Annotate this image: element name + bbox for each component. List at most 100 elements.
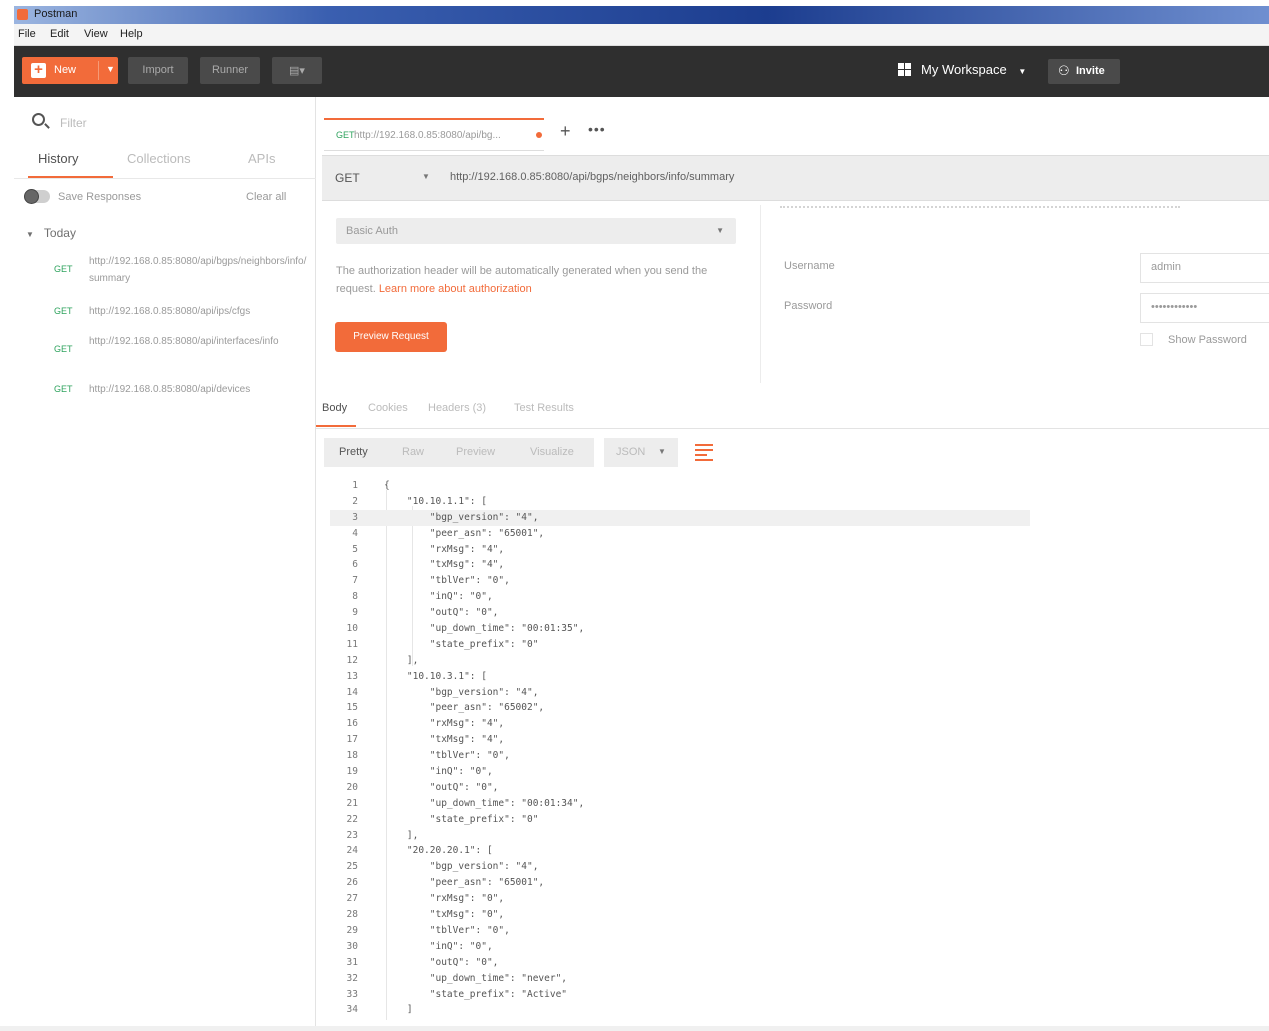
request-tabs-bar: GET http://192.168.0.85:8080/api/bg... +… [316,97,1269,155]
line-number: 8 [352,591,358,603]
filter-input[interactable]: Filter [28,111,304,133]
code-text: "state_prefix": "Active" [384,988,568,1000]
code-line: 2 "10.10.1.1": [ [330,494,1030,510]
menu-help[interactable]: Help [120,28,143,40]
show-password-checkbox[interactable] [1140,333,1153,346]
caret-down-icon: ▼ [26,230,34,239]
save-responses-toggle[interactable] [24,189,50,204]
view-preview[interactable]: Preview [456,446,495,458]
code-line: 23 ], [330,828,1030,844]
learn-more-link[interactable]: Learn more about authorization [379,283,532,295]
code-text: ], [384,829,419,841]
line-number: 19 [346,766,358,778]
line-number: 10 [346,623,358,635]
runner-button[interactable]: Runner [200,57,260,84]
auth-tabs-hint [780,206,1180,212]
code-text: "state_prefix": "0" [384,813,539,825]
view-raw[interactable]: Raw [402,446,424,458]
line-number: 23 [346,829,358,841]
line-number: 32 [346,972,358,984]
line-number: 7 [352,575,358,587]
import-button[interactable]: Import [128,57,188,84]
chevron-down-icon: ▼ [1018,67,1027,76]
code-line: 26 "peer_asn": "65001", [330,875,1030,891]
code-line: 15 "peer_asn": "65002", [330,700,1030,716]
menu-view[interactable]: View [84,28,108,40]
response-body-code[interactable]: 1{2 "10.10.1.1": [3 "bgp_version": "4", 4… [330,478,1030,1018]
line-number: 17 [346,734,358,746]
password-field[interactable]: •••••••••••• [1140,293,1269,323]
tab-apis[interactable]: APIs [248,151,275,166]
new-button-label: New [54,64,77,76]
line-number: 3 [352,511,358,523]
menu-file[interactable]: File [18,28,36,40]
status-bar [0,1026,1269,1031]
tab-body[interactable]: Body [322,402,347,414]
filter-placeholder: Filter [60,116,87,130]
code-line: 3 "bgp_version": "4", [330,509,1030,526]
history-item-url: http://192.168.0.85:8080/api/devices [89,384,251,395]
line-number: 11 [346,638,358,650]
show-password-label: Show Password [1168,334,1247,346]
view-visualize[interactable]: Visualize [530,446,574,458]
menu-edit[interactable]: Edit [50,28,69,40]
history-item[interactable]: GET http://192.168.0.85:8080/api/interfa… [54,333,310,367]
chevron-down-icon: ▼ [658,447,666,456]
history-item-method: GET [54,384,73,394]
response-tabs: Body Cookies Headers (3) Test Results [316,395,1269,429]
line-number: 27 [346,893,358,905]
code-text: "rxMsg": "0", [384,893,505,905]
tab-cookies[interactable]: Cookies [368,402,408,414]
plus-icon: + [31,62,46,78]
auth-description: The authorization header will be automat… [336,262,736,298]
history-item[interactable]: GET http://192.168.0.85:8080/api/bgps/ne… [54,253,310,287]
auth-type-select[interactable]: Basic Auth ▼ [336,218,736,244]
line-number: 12 [346,654,358,666]
view-pretty[interactable]: Pretty [339,446,368,458]
new-tab-plus-icon[interactable]: + [560,121,571,142]
code-line: 29 "tblVer": "0", [330,923,1030,939]
new-window-button[interactable]: ▤▾ [272,57,322,84]
code-line: 10 "up_down_time": "00:01:35", [330,621,1030,637]
history-item-url: http://192.168.0.85:8080/api/interfaces/… [89,336,279,347]
format-select[interactable]: JSON ▼ [604,438,678,467]
wrap-lines-icon[interactable] [692,440,716,464]
line-number: 29 [346,924,358,936]
new-button[interactable]: + New ▼ [22,57,118,84]
username-field[interactable]: admin [1140,253,1269,283]
tab-test-results[interactable]: Test Results [514,402,574,414]
code-line: 30 "inQ": "0", [330,939,1030,955]
line-number: 5 [352,543,358,555]
tab-collections[interactable]: Collections [127,151,191,166]
tab-history[interactable]: History [38,151,78,166]
invite-button[interactable]: ⚇ Invite [1048,59,1120,84]
history-group-today[interactable]: ▼ Today [26,226,76,240]
preview-request-button[interactable]: Preview Request [335,322,447,352]
request-tab[interactable]: GET http://192.168.0.85:8080/api/bg... [324,118,544,151]
code-line: 24 "20.20.20.1": [ [330,843,1030,859]
line-number: 30 [346,940,358,952]
method-select[interactable]: GET [335,171,360,185]
add-user-icon: ⚇ [1058,63,1070,78]
code-line: 28 "txMsg": "0", [330,907,1030,923]
password-label: Password [784,300,833,312]
line-number: 9 [352,607,358,619]
line-number: 1 [352,480,358,491]
menu-bar: File Edit View Help [14,24,1269,46]
import-button-label: Import [142,64,174,76]
url-input[interactable]: http://192.168.0.85:8080/api/bgps/neighb… [450,171,734,183]
code-line: 33 "state_prefix": "Active" [330,987,1030,1003]
code-text: "bgp_version": "4", [384,511,539,523]
tab-headers[interactable]: Headers (3) [428,402,486,414]
invite-button-label: Invite [1076,65,1105,77]
request-tab-method: GET [336,130,355,140]
window-title: Postman [34,8,78,20]
workspace-selector[interactable]: My Workspace ▼ [898,62,1026,77]
history-group-label: Today [43,226,76,240]
code-line: 19 "inQ": "0", [330,764,1030,780]
chevron-down-icon[interactable]: ▼ [106,64,115,74]
more-tabs-icon[interactable]: ••• [588,121,606,137]
chevron-down-icon[interactable]: ▼ [422,172,430,181]
line-number: 4 [352,527,358,539]
clear-all-button[interactable]: Clear all [246,191,286,203]
